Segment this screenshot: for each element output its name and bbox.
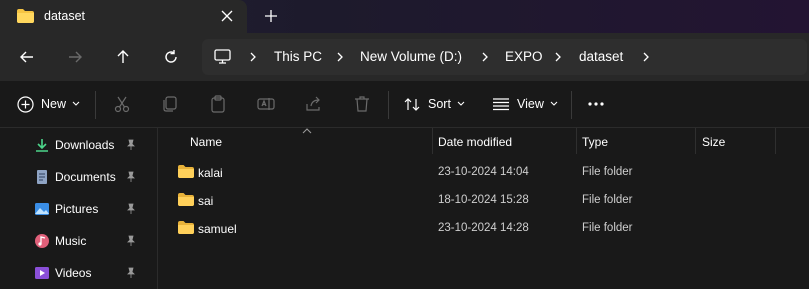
new-tab-plus-icon[interactable] xyxy=(262,7,280,25)
pin-icon[interactable] xyxy=(125,139,137,151)
more-options-icon[interactable] xyxy=(586,94,606,114)
new-label: New xyxy=(41,97,67,111)
rename-icon[interactable] xyxy=(256,94,276,114)
title-bar: dataset xyxy=(0,0,809,33)
toolbar-divider xyxy=(571,91,572,119)
column-header-type[interactable]: Type xyxy=(577,128,696,156)
sort-button[interactable]: Sort xyxy=(404,93,465,115)
chevron-right-icon[interactable] xyxy=(248,51,258,63)
column-header-size[interactable]: Size xyxy=(696,128,776,156)
navigation-pane: Downloads Documents Pictures Music Video… xyxy=(0,128,158,289)
forward-arrow-icon[interactable] xyxy=(65,47,85,67)
view-button[interactable]: View xyxy=(492,93,558,115)
file-date-modified: 18-10-2024 15:28 xyxy=(438,194,529,206)
sidebar-item-label: Documents xyxy=(55,170,116,184)
videos-icon xyxy=(35,267,49,279)
column-name-label: Name xyxy=(190,135,223,149)
file-name: samuel xyxy=(198,222,237,236)
sidebar-item-label: Videos xyxy=(55,266,92,280)
breadcrumb-this-pc[interactable]: This PC xyxy=(274,49,322,64)
tab-title: dataset xyxy=(44,9,86,23)
command-bar: New Sort View xyxy=(0,81,809,128)
music-icon xyxy=(35,234,49,248)
navigation-row: This PC New Volume (D:) EXPO dataset xyxy=(0,33,809,81)
chevron-right-icon[interactable] xyxy=(641,51,651,63)
sidebar-item-label: Downloads xyxy=(55,138,115,152)
sidebar-item-downloads[interactable]: Downloads xyxy=(0,130,157,160)
breadcrumb-expo[interactable]: EXPO xyxy=(505,49,543,64)
delete-icon[interactable] xyxy=(352,94,372,114)
close-icon[interactable] xyxy=(218,7,236,25)
folder-icon xyxy=(178,221,194,234)
documents-icon xyxy=(37,170,47,184)
tab-dataset[interactable]: dataset xyxy=(0,0,247,33)
chevron-right-icon[interactable] xyxy=(480,51,490,63)
folder-icon xyxy=(178,193,194,206)
sort-label: Sort xyxy=(428,97,451,111)
sidebar-item-videos[interactable]: Videos xyxy=(0,258,157,288)
pin-icon[interactable] xyxy=(125,267,137,279)
pin-icon[interactable] xyxy=(125,203,137,215)
file-list: Name Date modified Type Size kalai 23-10… xyxy=(159,128,809,289)
back-arrow-icon[interactable] xyxy=(17,47,37,67)
file-date-modified: 23-10-2024 14:28 xyxy=(438,222,529,234)
refresh-icon[interactable] xyxy=(161,47,181,67)
new-button[interactable]: New xyxy=(17,93,80,115)
table-row[interactable]: kalai 23-10-2024 14:04 File folder xyxy=(159,158,809,186)
chevron-down-icon xyxy=(72,101,80,106)
copy-icon[interactable] xyxy=(160,94,180,114)
sidebar-item-label: Music xyxy=(55,234,87,248)
sidebar-item-label: Pictures xyxy=(55,202,99,216)
chevron-down-icon xyxy=(457,101,465,106)
pin-icon[interactable] xyxy=(125,171,137,183)
paste-icon[interactable] xyxy=(208,94,228,114)
chevron-right-icon[interactable] xyxy=(335,51,345,63)
pictures-icon xyxy=(35,203,49,215)
breadcrumb-new-volume[interactable]: New Volume (D:) xyxy=(360,49,462,64)
column-type-label: Type xyxy=(582,135,609,149)
column-date-label: Date modified xyxy=(438,135,513,149)
share-icon[interactable] xyxy=(304,94,324,114)
column-size-label: Size xyxy=(702,135,726,149)
file-type: File folder xyxy=(582,194,633,206)
plus-circle-icon xyxy=(17,95,34,113)
pin-icon[interactable] xyxy=(125,235,137,247)
toolbar-divider xyxy=(388,91,389,119)
chevron-right-icon[interactable] xyxy=(553,51,563,63)
file-type: File folder xyxy=(582,166,633,178)
up-arrow-icon[interactable] xyxy=(113,47,133,67)
file-type: File folder xyxy=(582,222,633,234)
chevron-down-icon xyxy=(550,101,558,106)
column-header-name[interactable]: Name xyxy=(159,128,433,156)
toolbar-divider xyxy=(95,91,96,119)
breadcrumb-dataset[interactable]: dataset xyxy=(579,49,623,64)
cut-icon[interactable] xyxy=(112,94,132,114)
column-header-date-modified[interactable]: Date modified xyxy=(433,128,576,156)
table-row[interactable]: sai 18-10-2024 15:28 File folder xyxy=(159,186,809,214)
folder-icon xyxy=(17,9,34,23)
sidebar-item-documents[interactable]: Documents xyxy=(0,162,157,192)
address-bar[interactable]: This PC New Volume (D:) EXPO dataset xyxy=(202,39,807,75)
monitor-icon xyxy=(214,49,231,64)
download-icon xyxy=(36,139,48,152)
file-name: sai xyxy=(198,194,214,208)
file-name: kalai xyxy=(198,166,223,180)
file-date-modified: 23-10-2024 14:04 xyxy=(438,166,529,178)
table-row[interactable]: samuel 23-10-2024 14:28 File folder xyxy=(159,214,809,242)
sidebar-item-pictures[interactable]: Pictures xyxy=(0,194,157,224)
view-label: View xyxy=(517,97,544,111)
sidebar-item-music[interactable]: Music xyxy=(0,226,157,256)
sort-icon xyxy=(404,97,420,111)
folder-icon xyxy=(178,165,194,178)
column-divider[interactable] xyxy=(775,128,776,154)
view-list-icon xyxy=(493,98,509,111)
